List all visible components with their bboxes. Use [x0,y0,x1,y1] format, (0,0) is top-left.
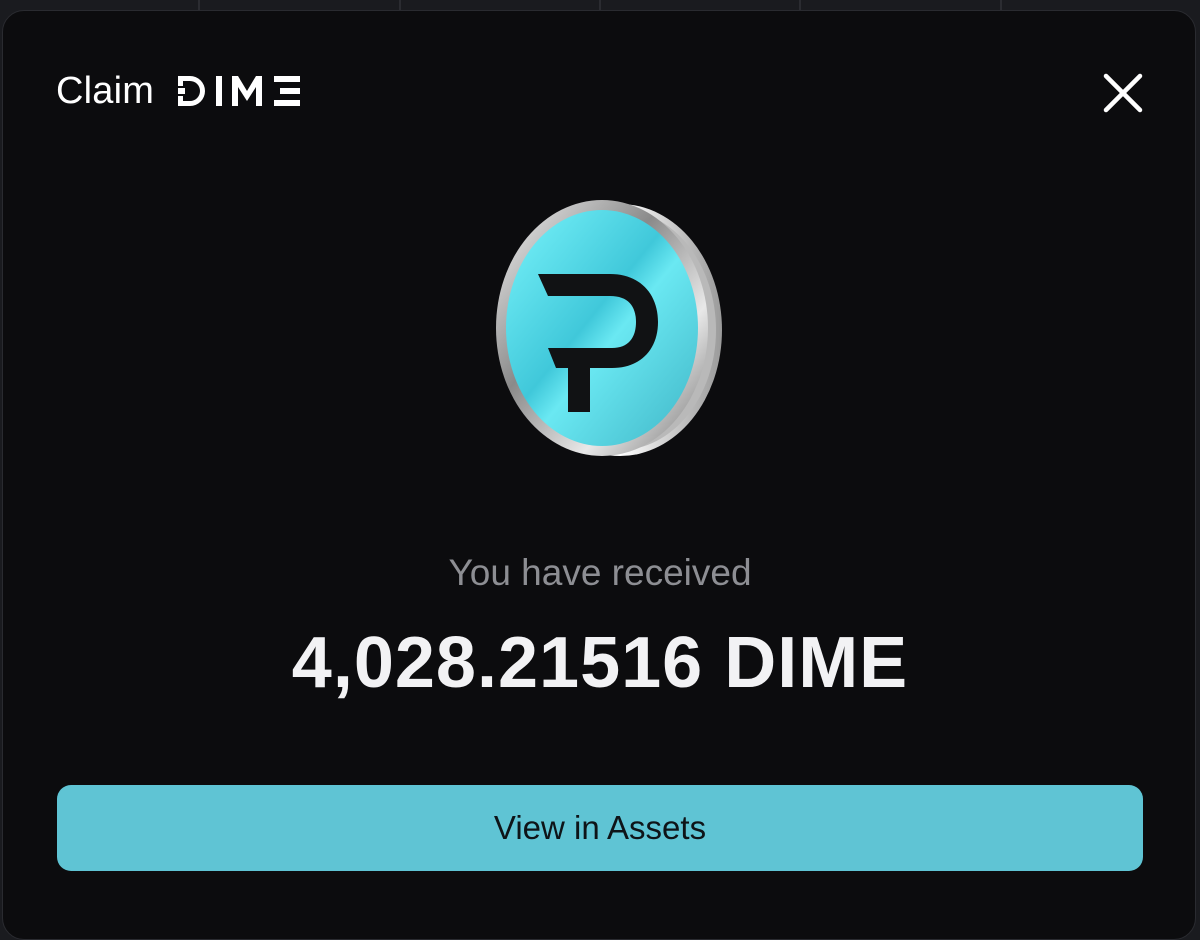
dime-coin-icon [490,198,740,468]
dime-logo [176,66,304,116]
view-in-assets-label: View in Assets [493,809,707,846]
close-icon [1103,73,1143,113]
background-tab-strip [0,0,1200,10]
background-tab [0,0,201,10]
received-label: You have received [448,552,752,593]
close-button[interactable] [1100,70,1146,116]
background-tab [601,0,802,10]
background-tab [801,0,1002,10]
background-tab [401,0,601,10]
received-amount: 4,028.21516 DIME [291,623,909,703]
dialog-title: Claim [56,69,155,112]
view-in-assets-button[interactable]: View in Assets [57,785,1143,871]
background-tab [1002,0,1200,10]
dialog-header: Claim [56,66,304,116]
background-tab [200,0,401,10]
